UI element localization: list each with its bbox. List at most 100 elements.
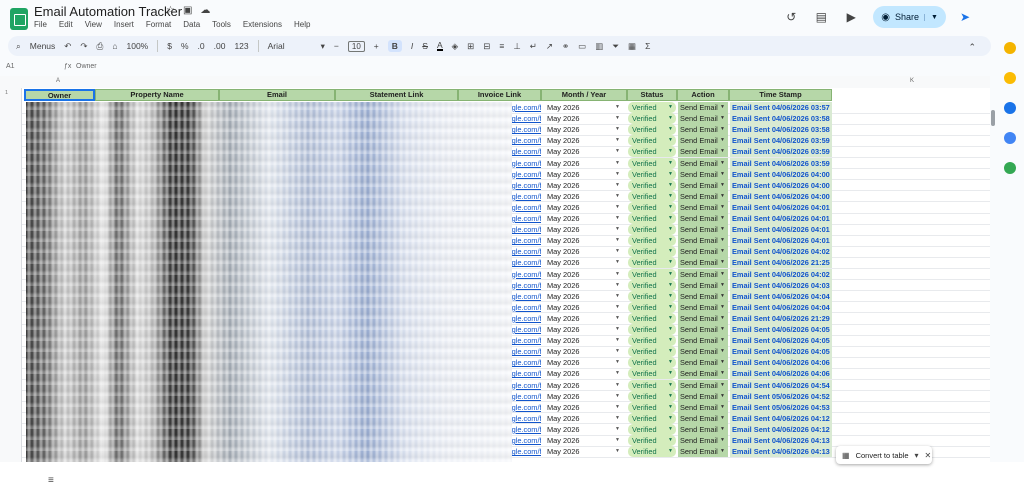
action-dropdown-icon[interactable]: ▼ — [720, 368, 725, 379]
status-dropdown-icon[interactable]: ▼ — [668, 124, 673, 135]
time-stamp-cell[interactable]: Email Sent 05/06/2026 04:52 — [730, 390, 832, 402]
month-dropdown-icon[interactable]: ▼ — [615, 202, 620, 213]
header-owner[interactable]: Owner — [24, 89, 95, 101]
month-year-cell[interactable]: May 2026 ▼ — [544, 146, 624, 157]
time-stamp-cell[interactable]: Email Sent 04/06/2026 04:01 — [730, 235, 832, 247]
status-chip[interactable]: Verified ▼ — [628, 157, 676, 169]
status-chip[interactable]: Verified ▼ — [628, 224, 676, 236]
action-cell[interactable]: Send Email ▼ — [678, 279, 728, 291]
status-chip[interactable]: Verified ▼ — [628, 135, 676, 147]
time-stamp-cell[interactable]: Email Sent 04/06/2026 04:54 — [730, 379, 832, 391]
menu-tools[interactable]: Tools — [212, 20, 231, 29]
sheets-logo-icon[interactable] — [10, 8, 28, 30]
status-chip[interactable]: Verified ▼ — [628, 201, 676, 213]
action-cell[interactable]: Send Email ▼ — [678, 290, 728, 302]
status-dropdown-icon[interactable]: ▼ — [668, 402, 673, 413]
status-dropdown-icon[interactable]: ▼ — [668, 135, 673, 146]
status-chip[interactable]: Verified ▼ — [628, 279, 676, 291]
month-year-cell[interactable]: May 2026 ▼ — [544, 424, 624, 435]
percent-format-button[interactable]: % — [181, 41, 189, 51]
status-dropdown-icon[interactable]: ▼ — [668, 435, 673, 446]
status-dropdown-icon[interactable]: ▼ — [668, 413, 673, 424]
menu-insert[interactable]: Insert — [114, 20, 134, 29]
month-dropdown-icon[interactable]: ▼ — [615, 424, 620, 435]
month-dropdown-icon[interactable]: ▼ — [615, 346, 620, 357]
status-dropdown-icon[interactable]: ▼ — [668, 235, 673, 246]
insert-chart-icon[interactable]: ▥ — [595, 41, 603, 52]
header-status[interactable]: Status — [627, 89, 677, 101]
calendar-icon[interactable] — [1004, 42, 1016, 54]
month-year-cell[interactable]: May 2026 ▼ — [544, 257, 624, 268]
month-dropdown-icon[interactable]: ▼ — [615, 102, 620, 113]
fill-color-icon[interactable]: ◈ — [452, 41, 459, 52]
month-year-cell[interactable]: May 2026 ▼ — [544, 313, 624, 324]
action-dropdown-icon[interactable]: ▼ — [720, 135, 725, 146]
status-chip[interactable]: Verified ▼ — [628, 390, 676, 402]
history-icon[interactable]: ↺ — [783, 10, 799, 24]
share-dropdown-icon[interactable]: ▼ — [924, 13, 938, 21]
convert-to-table-label[interactable]: Convert to table — [856, 451, 909, 460]
month-dropdown-icon[interactable]: ▼ — [615, 158, 620, 169]
font-family-select[interactable]: Arial — [268, 41, 312, 51]
status-chip[interactable]: Verified ▼ — [628, 213, 676, 224]
action-dropdown-icon[interactable]: ▼ — [720, 280, 725, 291]
action-cell[interactable]: Send Email ▼ — [678, 168, 728, 180]
header-email[interactable]: Email — [219, 89, 335, 101]
status-chip[interactable]: Verified ▼ — [628, 446, 676, 458]
month-dropdown-icon[interactable]: ▼ — [615, 269, 620, 280]
font-size-decrease-icon[interactable]: − — [334, 41, 339, 51]
action-cell[interactable]: Send Email ▼ — [678, 146, 728, 158]
menu-format[interactable]: Format — [146, 20, 171, 29]
time-stamp-cell[interactable]: Email Sent 04/06/2026 04:06 — [730, 368, 832, 380]
action-dropdown-icon[interactable]: ▼ — [720, 324, 725, 335]
time-stamp-cell[interactable]: Email Sent 04/06/2026 04:06 — [730, 357, 832, 369]
action-cell[interactable]: Send Email ▼ — [678, 179, 728, 191]
action-cell[interactable]: Send Email ▼ — [678, 201, 728, 213]
month-year-cell[interactable]: May 2026 ▼ — [544, 402, 624, 413]
increase-decimal-button[interactable]: .00 — [214, 41, 226, 51]
status-chip[interactable]: Verified ▼ — [628, 190, 676, 202]
status-chip[interactable]: Verified ▼ — [628, 124, 676, 136]
action-cell[interactable]: Send Email ▼ — [678, 324, 728, 335]
time-stamp-cell[interactable]: Email Sent 04/06/2026 04:03 — [730, 279, 832, 291]
font-size-increase-icon[interactable]: + — [374, 41, 379, 51]
month-year-cell[interactable]: May 2026 ▼ — [544, 113, 624, 124]
month-dropdown-icon[interactable]: ▼ — [615, 368, 620, 379]
month-dropdown-icon[interactable]: ▼ — [615, 324, 620, 335]
month-year-cell[interactable]: May 2026 ▼ — [544, 135, 624, 146]
status-chip[interactable]: Verified ▼ — [628, 368, 676, 380]
comments-icon[interactable]: ▤ — [813, 10, 829, 24]
time-stamp-cell[interactable]: Email Sent 04/06/2026 04:04 — [730, 301, 832, 313]
document-title[interactable]: Email Automation Tracker — [34, 4, 182, 19]
time-stamp-cell[interactable]: Email Sent 04/06/2026 04:04 — [730, 290, 832, 302]
text-rotation-icon[interactable]: ↗ — [546, 41, 553, 52]
action-dropdown-icon[interactable]: ▼ — [720, 391, 725, 402]
time-stamp-cell[interactable]: Email Sent 04/06/2026 03:57 — [730, 102, 832, 113]
status-chip[interactable]: Verified ▼ — [628, 335, 676, 347]
action-dropdown-icon[interactable]: ▼ — [720, 146, 725, 157]
header-time-stamp[interactable]: Time Stamp — [729, 89, 832, 101]
month-dropdown-icon[interactable]: ▼ — [615, 246, 620, 257]
star-icon[interactable]: ☆ — [166, 5, 175, 16]
status-chip[interactable]: Verified ▼ — [628, 423, 676, 435]
undo-icon[interactable]: ↶ — [64, 41, 71, 52]
action-dropdown-icon[interactable]: ▼ — [720, 180, 725, 191]
gemini-icon[interactable]: ➤ — [960, 10, 970, 24]
action-cell[interactable]: Send Email ▼ — [678, 301, 728, 313]
month-year-cell[interactable]: May 2026 ▼ — [544, 380, 624, 391]
month-dropdown-icon[interactable]: ▼ — [615, 135, 620, 146]
month-dropdown-icon[interactable]: ▼ — [615, 391, 620, 402]
month-year-cell[interactable]: May 2026 ▼ — [544, 269, 624, 280]
move-folder-icon[interactable]: ▣ — [183, 5, 192, 16]
status-dropdown-icon[interactable]: ▼ — [668, 357, 673, 368]
action-dropdown-icon[interactable]: ▼ — [720, 191, 725, 202]
month-dropdown-icon[interactable]: ▼ — [615, 124, 620, 135]
month-year-cell[interactable]: May 2026 ▼ — [544, 357, 624, 368]
borders-icon[interactable]: ⊞ — [467, 41, 474, 52]
action-dropdown-icon[interactable]: ▼ — [720, 435, 725, 446]
search-menus-icon[interactable]: ⌕ — [16, 41, 21, 52]
month-dropdown-icon[interactable]: ▼ — [615, 113, 620, 124]
status-chip[interactable]: Verified ▼ — [628, 113, 676, 125]
action-cell[interactable]: Send Email ▼ — [678, 346, 728, 358]
action-cell[interactable]: Send Email ▼ — [678, 357, 728, 369]
